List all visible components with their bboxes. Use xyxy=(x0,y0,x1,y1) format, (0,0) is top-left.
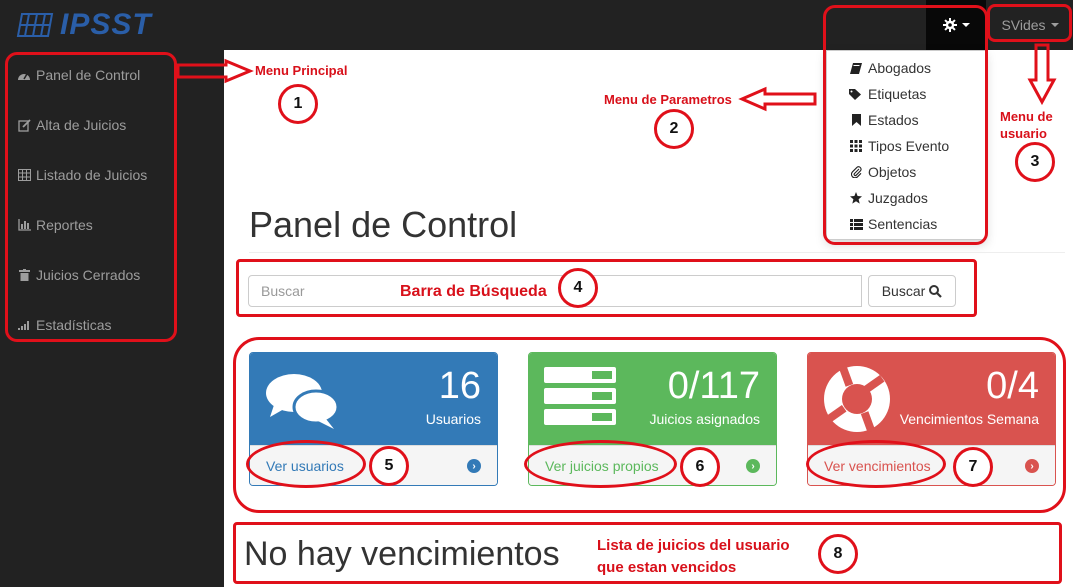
top-navbar xyxy=(0,0,1073,50)
menu-item-sentencias[interactable]: Sentencias xyxy=(848,213,937,235)
book-icon xyxy=(848,62,864,74)
sidebar-item-reportes[interactable]: Reportes xyxy=(16,210,93,240)
table-icon xyxy=(16,169,32,181)
annotation-ellipse-ver-vencimientos xyxy=(806,440,946,488)
annotation-number: 5 xyxy=(369,446,409,486)
sidebar-item-alta-de-juicios[interactable]: Alta de Juicios xyxy=(16,110,126,140)
search-button-label: Buscar xyxy=(881,283,926,299)
life-ring-icon xyxy=(824,365,890,433)
search-button[interactable]: Buscar xyxy=(868,275,956,307)
title-divider xyxy=(249,252,1065,253)
edit-icon xyxy=(16,118,32,132)
menu-item-abogados[interactable]: Abogados xyxy=(848,57,931,79)
bookmark-icon xyxy=(848,114,864,126)
annotation-number: 3 xyxy=(1015,142,1055,182)
sidebar-item-label: Juicios Cerrados xyxy=(36,267,141,283)
user-name: SVides xyxy=(1001,17,1046,33)
menu-item-label: Tipos Evento xyxy=(868,138,950,154)
menu-item-objetos[interactable]: Objetos xyxy=(848,161,916,183)
tasks-icon xyxy=(544,367,616,425)
sidebar-item-label: Listado de Juicios xyxy=(36,167,148,183)
vencimientos-label: Vencimientos Semana xyxy=(899,411,1039,427)
users-label: Usuarios xyxy=(425,411,481,427)
sidebar-item-label: Alta de Juicios xyxy=(36,117,127,133)
menu-item-juzgados[interactable]: Juzgados xyxy=(848,187,928,209)
comments-icon xyxy=(266,374,340,429)
arrow-right-circle-icon: › xyxy=(1025,459,1039,473)
chevron-down-icon xyxy=(1050,23,1059,27)
annotation-number: 8 xyxy=(818,534,858,574)
menu-item-label: Estados xyxy=(868,112,919,128)
grid-icon xyxy=(848,140,864,152)
menu-item-estados[interactable]: Estados xyxy=(848,109,919,131)
juicios-label: Juicios asignados xyxy=(649,411,760,427)
tags-icon xyxy=(848,88,864,100)
sidebar-item-listado-de-juicios[interactable]: Listado de Juicios xyxy=(16,160,147,190)
gear-icon xyxy=(942,18,957,32)
vencimientos-count: 0/4 xyxy=(986,365,1039,407)
annotation-number: 7 xyxy=(953,447,993,487)
annotation-number: 2 xyxy=(654,109,694,149)
search-input[interactable] xyxy=(248,275,862,307)
menu-item-label: Etiquetas xyxy=(868,86,927,102)
dashboard-icon xyxy=(16,69,32,81)
annotation-number: 6 xyxy=(680,447,720,487)
annotation-number: 4 xyxy=(558,268,598,308)
annotation-label-search: Barra de Búsqueda xyxy=(400,283,547,300)
annotation-ellipse-ver-juicios xyxy=(524,440,677,488)
brand-name: IPSST xyxy=(60,8,152,41)
sidebar-item-label: Estadísticas xyxy=(36,317,112,333)
search-icon xyxy=(929,284,943,298)
user-menu-button[interactable]: SVides xyxy=(990,0,1070,50)
trash-icon xyxy=(16,269,32,281)
arrow-right-circle-icon: › xyxy=(467,459,481,473)
users-count: 16 xyxy=(438,365,481,407)
chevron-down-icon xyxy=(961,23,970,27)
juicios-panel-heading: 0/117 Juicios asignados xyxy=(529,353,776,445)
bar-chart-icon xyxy=(16,219,32,231)
ipsst-logo-icon xyxy=(16,13,54,37)
settings-menu-button[interactable] xyxy=(926,0,986,50)
sidebar-item-estadisticas[interactable]: Estadísticas xyxy=(16,310,111,340)
menu-item-label: Sentencias xyxy=(868,216,938,232)
brand-logo[interactable]: IPSST xyxy=(16,10,152,40)
vencimientos-panel-heading: 0/4 Vencimientos Semana xyxy=(808,353,1055,445)
star-icon xyxy=(848,192,864,204)
annotation-label-user-menu: Menu de usuario xyxy=(1000,109,1053,141)
users-panel-heading: 16 Usuarios xyxy=(250,353,497,445)
annotation-label-main-menu: Menu Principal xyxy=(255,63,348,78)
menu-item-label: Abogados xyxy=(868,60,932,76)
annotation-label-no-due: Lista de juicios del usuario que estan v… xyxy=(597,537,790,576)
sidebar-item-label: Reportes xyxy=(36,217,93,233)
no-due-heading: No hay vencimientos xyxy=(244,535,560,573)
menu-item-tipos-evento[interactable]: Tipos Evento xyxy=(848,135,949,157)
sidebar-item-label: Panel de Control xyxy=(36,67,141,83)
menu-item-etiquetas[interactable]: Etiquetas xyxy=(848,83,926,105)
sidebar-item-juicios-cerrados[interactable]: Juicios Cerrados xyxy=(16,260,140,290)
paperclip-icon xyxy=(848,166,864,178)
annotation-number: 1 xyxy=(278,84,318,124)
sidebar-item-panel-de-control[interactable]: Panel de Control xyxy=(16,60,140,90)
annotation-label-settings-menu: Menu de Parametros xyxy=(604,92,732,107)
arrow-right-circle-icon: › xyxy=(746,459,760,473)
annotation-ellipse-ver-usuarios xyxy=(246,440,366,488)
signal-icon xyxy=(16,320,32,330)
juicios-count: 0/117 xyxy=(667,365,760,407)
menu-item-label: Juzgados xyxy=(868,190,928,206)
menu-item-label: Objetos xyxy=(868,164,917,180)
page-title: Panel de Control xyxy=(249,204,518,245)
list-icon xyxy=(848,218,864,230)
